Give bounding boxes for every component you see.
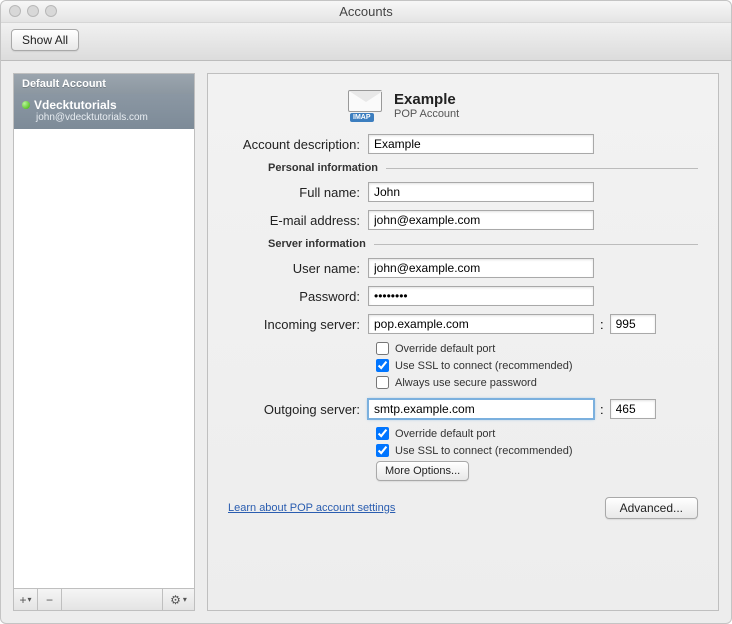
accounts-list: Default Account Vdecktutorials john@vdec… — [14, 74, 194, 588]
main-area: Default Account Vdecktutorials john@vdec… — [1, 61, 731, 623]
account-item[interactable]: Vdecktutorials john@vdecktutorials.com — [14, 94, 194, 129]
server-info-header: Server information — [228, 238, 698, 250]
mail-icon: IMAP — [348, 90, 384, 120]
account-header: IMAP Example POP Account — [348, 90, 698, 120]
traffic-lights — [9, 5, 57, 17]
out-override-port-checkbox[interactable] — [376, 427, 389, 440]
password-label: Password: — [228, 289, 368, 304]
account-settings-pane: IMAP Example POP Account Account descrip… — [207, 73, 719, 611]
accounts-window: Accounts Show All Default Account Vdeckt… — [0, 0, 732, 624]
email-field[interactable] — [368, 210, 594, 230]
plus-icon: + — [19, 593, 26, 607]
outgoing-server-label: Outgoing server: — [228, 402, 368, 417]
user-name-field[interactable] — [368, 258, 594, 278]
zoom-icon[interactable] — [45, 5, 57, 17]
in-secure-password-checkbox[interactable] — [376, 376, 389, 389]
sidebar-section-header: Default Account — [14, 74, 194, 94]
account-title: Example — [394, 91, 459, 108]
close-icon[interactable] — [9, 5, 21, 17]
chevron-down-icon: ▾ — [28, 595, 32, 604]
description-label: Account description: — [228, 137, 368, 152]
out-use-ssl-checkbox[interactable] — [376, 444, 389, 457]
incoming-server-label: Incoming server: — [228, 317, 368, 332]
sidebar-footer: + ▾ − ⚙ ▾ — [14, 588, 194, 610]
in-override-port-checkbox[interactable] — [376, 342, 389, 355]
add-account-button[interactable]: + ▾ — [14, 589, 38, 610]
full-name-field[interactable] — [368, 182, 594, 202]
in-override-port-label: Override default port — [395, 343, 495, 355]
chevron-down-icon: ▾ — [183, 595, 187, 604]
in-secure-password-label: Always use secure password — [395, 377, 537, 389]
gear-menu-button[interactable]: ⚙ ▾ — [162, 589, 194, 610]
password-field[interactable] — [368, 286, 594, 306]
toolbar: Show All — [1, 23, 731, 61]
incoming-port-field[interactable] — [610, 314, 656, 334]
in-use-ssl-checkbox[interactable] — [376, 359, 389, 372]
port-separator: : — [594, 402, 610, 417]
remove-account-button[interactable]: − — [38, 589, 62, 610]
show-all-button[interactable]: Show All — [11, 29, 79, 51]
advanced-button[interactable]: Advanced... — [605, 497, 698, 519]
outgoing-port-field[interactable] — [610, 399, 656, 419]
accounts-sidebar: Default Account Vdecktutorials john@vdec… — [13, 73, 195, 611]
out-override-port-label: Override default port — [395, 428, 495, 440]
in-use-ssl-label: Use SSL to connect (recommended) — [395, 360, 573, 372]
titlebar: Accounts — [1, 1, 731, 23]
incoming-server-field[interactable] — [368, 314, 594, 334]
description-field[interactable] — [368, 134, 594, 154]
imap-badge: IMAP — [350, 113, 374, 122]
learn-pop-link[interactable]: Learn about POP account settings — [228, 502, 395, 514]
spacer — [62, 589, 162, 610]
personal-info-header: Personal information — [228, 162, 698, 174]
outgoing-server-field[interactable] — [368, 399, 594, 419]
out-use-ssl-label: Use SSL to connect (recommended) — [395, 445, 573, 457]
account-subtitle: POP Account — [394, 108, 459, 120]
gear-icon: ⚙ — [170, 593, 181, 607]
user-name-label: User name: — [228, 261, 368, 276]
account-name: Vdecktutorials — [34, 98, 117, 112]
email-label: E-mail address: — [228, 213, 368, 228]
port-separator: : — [594, 317, 610, 332]
minimize-icon[interactable] — [27, 5, 39, 17]
more-options-button[interactable]: More Options... — [376, 461, 469, 481]
status-online-icon — [22, 101, 30, 109]
account-email: john@vdecktutorials.com — [36, 112, 186, 123]
window-title: Accounts — [1, 1, 731, 23]
full-name-label: Full name: — [228, 185, 368, 200]
